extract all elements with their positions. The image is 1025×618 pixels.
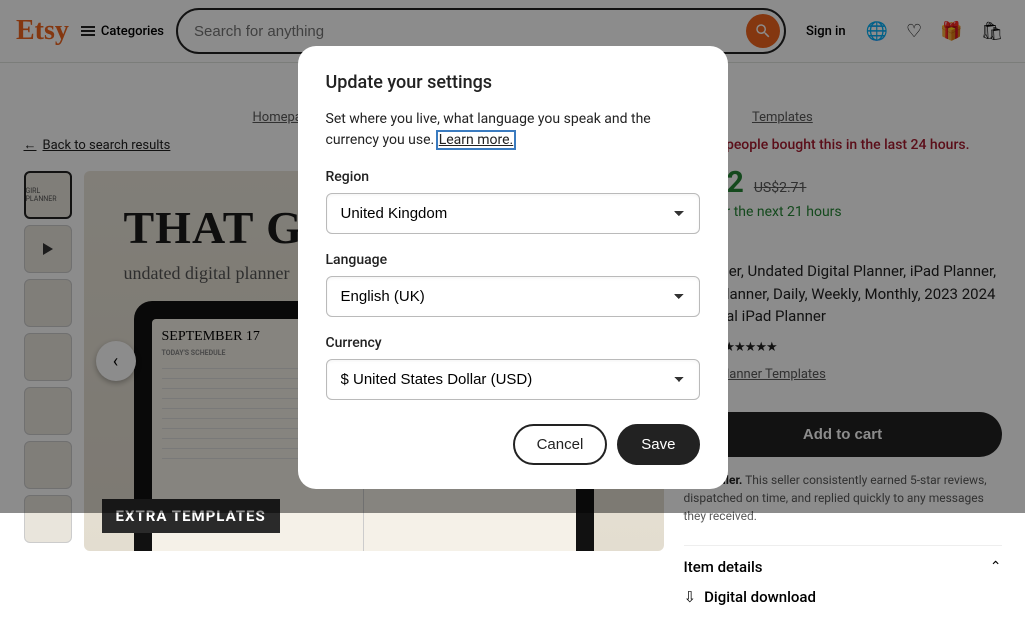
modal-overlay[interactable]: Update your settings Set where you live,… (0, 0, 1025, 513)
modal-title: Update your settings (326, 72, 700, 93)
settings-modal: Update your settings Set where you live,… (298, 46, 728, 489)
chevron-up-icon: ⌃ (990, 559, 1002, 575)
item-details-accordion[interactable]: Item details ⌃ (684, 545, 1002, 588)
modal-buttons: Cancel Save (326, 424, 700, 465)
language-select[interactable]: English (UK) (326, 276, 700, 317)
region-label: Region (326, 169, 700, 185)
save-button[interactable]: Save (617, 424, 699, 465)
modal-description: Set where you live, what language you sp… (326, 109, 700, 151)
currency-label: Currency (326, 335, 700, 351)
language-label: Language (326, 252, 700, 268)
digital-download-row: ⇩ Digital download (684, 588, 1002, 618)
learn-more-link[interactable]: Learn more. (438, 132, 515, 148)
cancel-button[interactable]: Cancel (513, 424, 608, 465)
region-select[interactable]: United Kingdom (326, 193, 700, 234)
currency-select[interactable]: $ United States Dollar (USD) (326, 359, 700, 400)
download-icon: ⇩ (684, 588, 697, 606)
